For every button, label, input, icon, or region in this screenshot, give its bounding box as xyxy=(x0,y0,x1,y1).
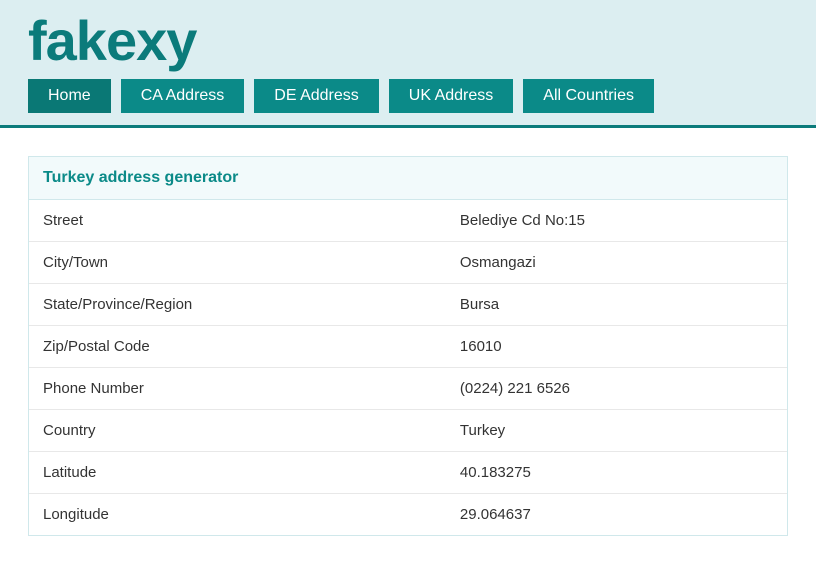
address-table: StreetBelediye Cd No:15City/TownOsmangaz… xyxy=(29,200,787,535)
row-value: 29.064637 xyxy=(446,494,787,536)
row-label: Phone Number xyxy=(29,368,446,410)
row-label: Zip/Postal Code xyxy=(29,326,446,368)
site-logo[interactable]: fakexy xyxy=(28,0,788,79)
row-label: City/Town xyxy=(29,242,446,284)
table-row: State/Province/RegionBursa xyxy=(29,284,787,326)
table-row: City/TownOsmangazi xyxy=(29,242,787,284)
table-row: Phone Number(0224) 221 6526 xyxy=(29,368,787,410)
main-nav: Home CA Address DE Address UK Address All Co… xyxy=(28,79,788,113)
row-value: Bursa xyxy=(446,284,787,326)
row-label: Street xyxy=(29,200,446,242)
row-value: (0224) 221 6526 xyxy=(446,368,787,410)
address-table-body: StreetBelediye Cd No:15City/TownOsmangaz… xyxy=(29,200,787,535)
row-value: 16010 xyxy=(446,326,787,368)
table-row: CountryTurkey xyxy=(29,410,787,452)
nav-item-de-address[interactable]: DE Address xyxy=(254,79,378,113)
table-row: StreetBelediye Cd No:15 xyxy=(29,200,787,242)
row-label: State/Province/Region xyxy=(29,284,446,326)
nav-item-ca-address[interactable]: CA Address xyxy=(121,79,245,113)
table-row: Zip/Postal Code16010 xyxy=(29,326,787,368)
content-area: Turkey address generator StreetBelediye … xyxy=(0,128,816,564)
table-row: Longitude29.064637 xyxy=(29,494,787,536)
row-label: Longitude xyxy=(29,494,446,536)
address-panel: Turkey address generator StreetBelediye … xyxy=(28,156,788,536)
row-label: Latitude xyxy=(29,452,446,494)
row-value: Turkey xyxy=(446,410,787,452)
nav-item-uk-address[interactable]: UK Address xyxy=(389,79,513,113)
table-row: Latitude40.183275 xyxy=(29,452,787,494)
row-value: Belediye Cd No:15 xyxy=(446,200,787,242)
row-value: 40.183275 xyxy=(446,452,787,494)
row-value: Osmangazi xyxy=(446,242,787,284)
panel-title: Turkey address generator xyxy=(29,157,787,200)
row-label: Country xyxy=(29,410,446,452)
header-bar: fakexy Home CA Address DE Address UK Addres… xyxy=(0,0,816,128)
nav-item-home[interactable]: Home xyxy=(28,79,111,113)
nav-item-all-countries[interactable]: All Countries xyxy=(523,79,654,113)
